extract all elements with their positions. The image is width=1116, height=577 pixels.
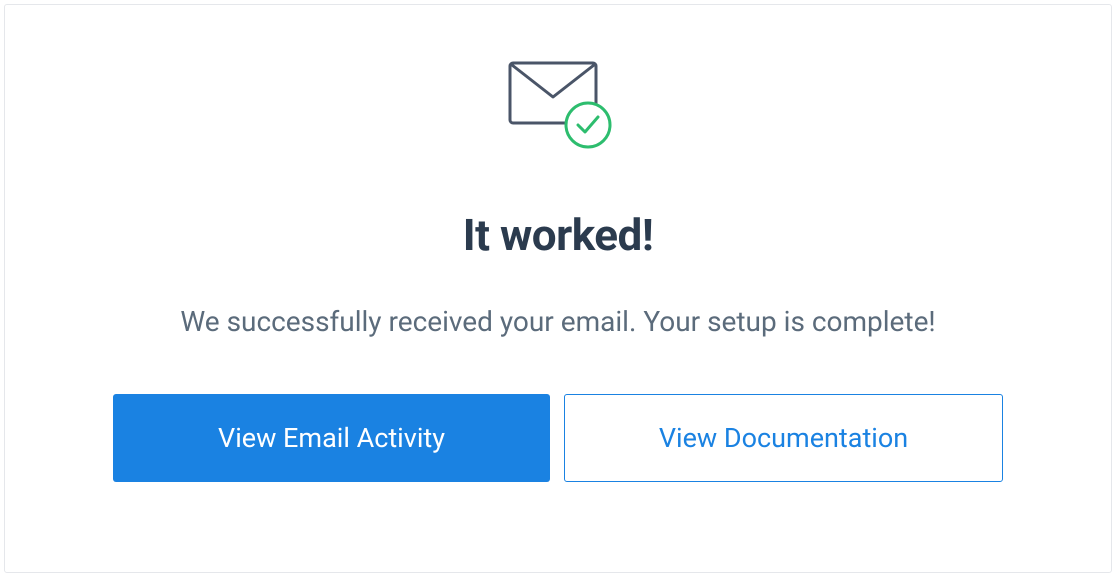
view-email-activity-button[interactable]: View Email Activity — [113, 394, 550, 482]
view-documentation-button[interactable]: View Documentation — [564, 394, 1003, 482]
envelope-check-icon — [498, 53, 618, 153]
success-card: It worked! We successfully received your… — [4, 4, 1112, 573]
success-heading: It worked! — [463, 209, 653, 261]
button-row: View Email Activity View Documentation — [5, 394, 1111, 482]
success-description: We successfully received your email. You… — [180, 305, 935, 338]
